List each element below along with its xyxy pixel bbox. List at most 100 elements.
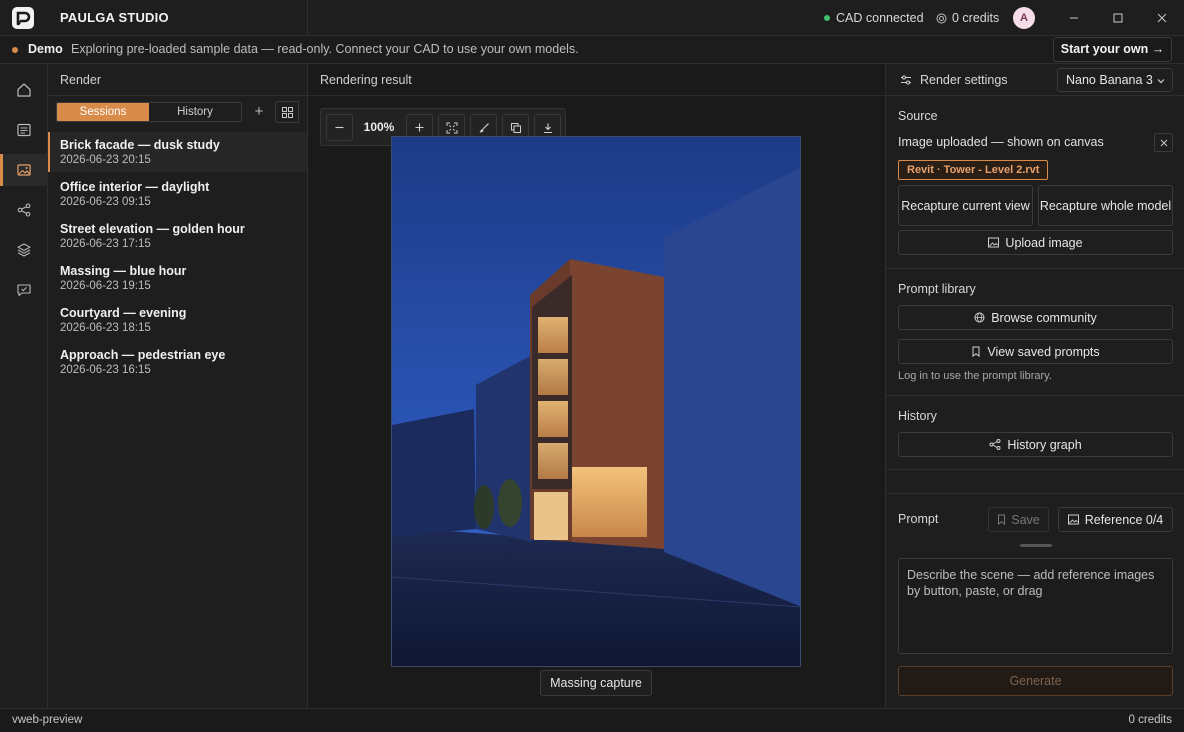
canvas-area: Rendering result 100% Massing capture (308, 64, 885, 708)
close-icon (1157, 13, 1167, 23)
demo-dot-icon (12, 47, 18, 53)
session-item[interactable]: Courtyard — evening 2026-06-23 18:15 (48, 300, 307, 340)
graph-icon (989, 439, 1001, 450)
fit-screen-icon (446, 122, 457, 133)
history-graph-label: History graph (1007, 437, 1082, 452)
minimize-button[interactable] (1064, 8, 1084, 28)
user-avatar[interactable]: A (1013, 7, 1035, 29)
credits-status: 0 credits (1128, 714, 1172, 726)
zoom-out-button[interactable] (326, 114, 353, 141)
add-session-button[interactable]: + (251, 102, 267, 122)
session-item[interactable]: Brick facade — dusk study 2026-06-23 20:… (48, 132, 307, 172)
document-icon (17, 123, 31, 137)
status-dot-icon (824, 15, 830, 21)
session-name: Office interior — daylight (60, 180, 210, 194)
view-saved-prompts-button[interactable]: View saved prompts (898, 339, 1173, 364)
copy-icon (510, 122, 521, 133)
status-bar: vweb-preview 0 credits (0, 708, 1184, 732)
image-icon (17, 164, 31, 176)
remove-source-button[interactable] (1154, 133, 1173, 152)
grid-icon (281, 106, 293, 118)
session-name: Courtyard — evening (60, 306, 187, 320)
credits-label: 0 credits (952, 11, 1000, 25)
image-icon (1067, 514, 1079, 525)
prompt-library-title: Prompt library (898, 282, 976, 296)
nav-feedback[interactable] (0, 274, 48, 306)
session-item[interactable]: Street elevation — golden hour 2026-06-2… (48, 216, 307, 256)
reference-images-label: Reference 0/4 (1084, 512, 1164, 527)
credits-indicator[interactable]: 0 credits (936, 11, 999, 25)
share-icon (17, 203, 31, 217)
divider (308, 95, 885, 96)
divider (886, 493, 1184, 494)
tab-sessions[interactable]: Sessions (57, 103, 149, 121)
demo-label: Demo (28, 42, 63, 56)
grid-view-button[interactable] (275, 101, 299, 123)
resize-handle[interactable] (1020, 544, 1052, 547)
coin-icon (936, 13, 947, 24)
close-icon (1160, 139, 1167, 146)
prompt-library-note: Log in to use the prompt library. (898, 370, 1052, 382)
model-select-value: Nano Banana 3 (1066, 73, 1153, 87)
divider (886, 469, 1184, 470)
session-item[interactable]: Massing — blue hour 2026-06-23 19:15 (48, 258, 307, 298)
download-icon (543, 123, 552, 133)
zoom-level: 100% (363, 120, 395, 134)
nav-render[interactable] (0, 154, 48, 186)
building-render-image (392, 137, 800, 666)
app-logo (12, 7, 34, 29)
prompt-title: Prompt (898, 512, 939, 526)
nav-home[interactable] (0, 74, 48, 106)
maximize-button[interactable] (1108, 8, 1128, 28)
start-your-own-button[interactable]: Start your own → (1053, 37, 1172, 62)
settings-sliders-icon (900, 74, 912, 86)
cad-status[interactable]: CAD connected (824, 11, 924, 25)
nav-layers[interactable] (0, 234, 48, 266)
nav-share[interactable] (0, 194, 48, 226)
session-date: 2026-06-23 17:15 (60, 238, 151, 250)
source-status: Image uploaded — shown on canvas (898, 135, 1104, 149)
brush-icon (479, 122, 489, 132)
title-bar: PAULGA STUDIO CAD connected 0 credits A (0, 0, 1184, 36)
render-settings-panel: Render settings Nano Banana 3 Source Ima… (885, 64, 1184, 708)
session-date: 2026-06-23 19:15 (60, 280, 151, 292)
canvas-title: Rendering result (320, 73, 412, 87)
source-file-tag: Revit · Tower - Level 2.rvt (898, 160, 1049, 180)
upload-image-button[interactable]: Upload image (898, 230, 1173, 255)
bookmark-icon (972, 346, 980, 357)
close-window-button[interactable] (1152, 8, 1172, 28)
session-item[interactable]: Approach — pedestrian eye 2026-06-23 16:… (48, 342, 307, 382)
app-brand: PAULGA STUDIO (60, 10, 169, 25)
browse-community-button[interactable]: Browse community (898, 305, 1173, 330)
feedback-icon (17, 284, 31, 297)
render-result-image[interactable] (391, 136, 801, 667)
layers-icon (17, 243, 31, 257)
environment-label: vweb-preview (12, 714, 83, 726)
divider (48, 95, 307, 96)
reference-images-button[interactable]: Reference 0/4 (1058, 507, 1173, 532)
globe-icon (974, 312, 985, 323)
bookmark-icon (998, 514, 1006, 525)
recapture-view-button[interactable]: Recapture current view (898, 185, 1033, 226)
history-graph-button[interactable]: History graph (898, 432, 1173, 457)
render-panel: Render Sessions History + Brick facade —… (48, 64, 308, 708)
history-title: History (898, 409, 937, 423)
titlebar-divider (307, 0, 308, 36)
view-saved-prompts-label: View saved prompts (987, 344, 1100, 359)
nav-documents[interactable] (0, 114, 48, 146)
generate-button[interactable]: Generate (898, 666, 1173, 696)
session-item[interactable]: Office interior — daylight 2026-06-23 09… (48, 174, 307, 214)
session-date: 2026-06-23 20:15 (60, 154, 151, 166)
source-title: Source (898, 109, 938, 123)
tab-history[interactable]: History (149, 103, 241, 121)
model-select[interactable]: Nano Banana 3 (1057, 68, 1173, 92)
render-settings-title: Render settings (920, 73, 1008, 87)
session-name: Street elevation — golden hour (60, 222, 245, 236)
save-prompt-button[interactable]: Save (988, 507, 1049, 532)
image-icon (988, 237, 1000, 248)
image-caption-chip[interactable]: Massing capture (540, 670, 652, 696)
recapture-model-button[interactable]: Recapture whole model (1038, 185, 1173, 226)
minus-icon (335, 126, 344, 129)
prompt-input[interactable]: Describe the scene — add reference image… (898, 558, 1173, 654)
divider (886, 95, 1184, 96)
